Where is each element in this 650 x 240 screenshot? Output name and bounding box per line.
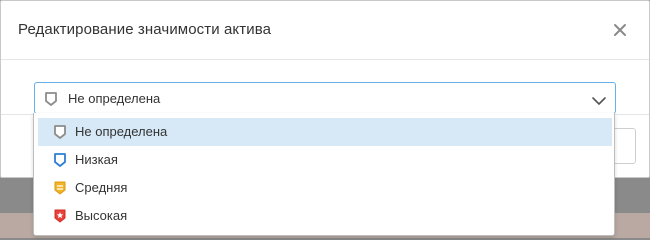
option-medium[interactable]: Средняя xyxy=(38,174,612,202)
option-label: Не определена xyxy=(75,124,168,139)
option-label: Высокая xyxy=(75,208,128,223)
select-value: Не определена xyxy=(68,91,161,106)
chevron-down-icon xyxy=(592,93,606,111)
option-high[interactable]: Высокая xyxy=(38,202,612,230)
option-label: Низкая xyxy=(75,152,118,167)
option-low[interactable]: Низкая xyxy=(38,146,612,174)
importance-dropdown-list: Не определена Низкая Средняя Высокая xyxy=(33,113,615,236)
modal-title: Редактирование значимости актива xyxy=(18,21,272,38)
shield-blue-icon xyxy=(54,153,66,172)
close-icon[interactable] xyxy=(609,19,631,41)
importance-select[interactable]: Не определена xyxy=(34,82,616,114)
shield-red-icon xyxy=(54,209,66,228)
shield-gray-icon xyxy=(54,125,66,144)
modal-header: Редактирование значимости актива xyxy=(1,1,649,60)
option-label: Средняя xyxy=(75,180,128,195)
shield-yellow-icon xyxy=(54,181,66,200)
option-undefined[interactable]: Не определена xyxy=(38,118,612,146)
shield-gray-icon xyxy=(45,92,57,111)
